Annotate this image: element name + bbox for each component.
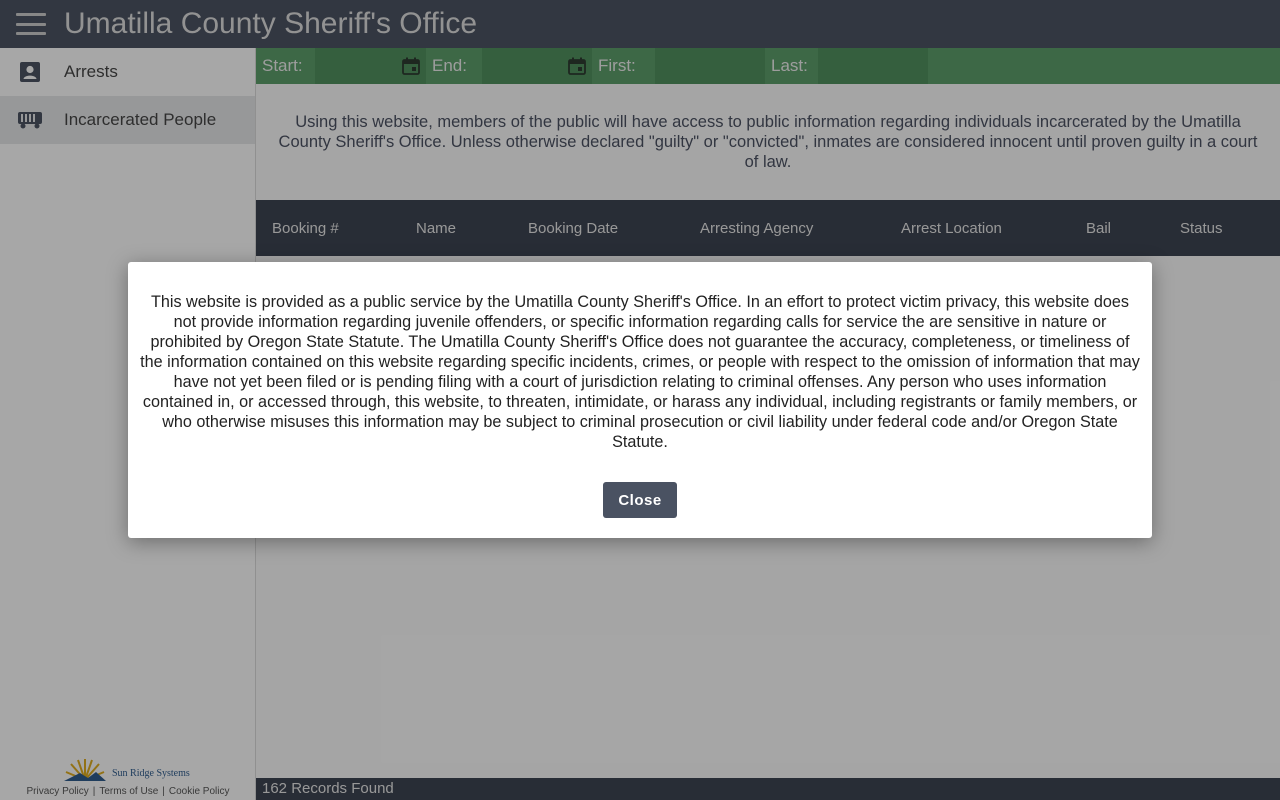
disclaimer-text: This website is provided as a public ser…: [140, 293, 1140, 451]
close-button[interactable]: Close: [603, 482, 677, 518]
disclaimer-modal: This website is provided as a public ser…: [128, 262, 1152, 538]
